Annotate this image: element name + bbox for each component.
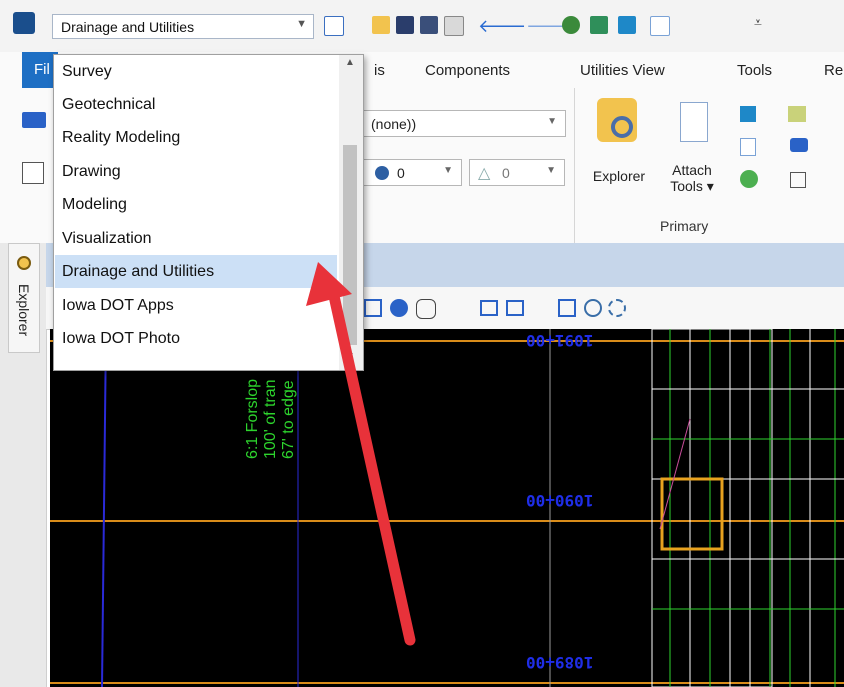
- design-canvas[interactable]: 1091+00 1090+00 1089+00 6:1 Forslop 100'…: [50, 329, 844, 687]
- level-combo[interactable]: (none)) ▼: [362, 110, 566, 137]
- view-attributes-icon[interactable]: [608, 299, 626, 317]
- workflow-option-iowa-dot-photo[interactable]: Iowa DOT Photo: [55, 322, 337, 355]
- workflow-selector[interactable]: Drainage and Utilities ▼: [52, 14, 314, 39]
- tab-tools[interactable]: Tools: [737, 62, 772, 79]
- save-icon[interactable]: [396, 16, 414, 34]
- annotation-text: 67' to edge: [280, 380, 297, 459]
- ribbon-group-label: Primary: [660, 218, 709, 234]
- quick-access-toolbar: Drainage and Utilities ▼ 🡐 🡒 ⩡: [0, 0, 844, 52]
- station-label: 1091+00: [526, 331, 594, 350]
- workflow-option-reality-modeling[interactable]: Reality Modeling: [55, 121, 337, 154]
- info-icon[interactable]: [790, 138, 808, 152]
- annotation-text: 6:1 Forslop: [244, 378, 261, 459]
- attributes-icon[interactable]: [22, 112, 46, 128]
- color-combo-value: 0: [397, 165, 405, 181]
- tab-partial[interactable]: is: [374, 62, 385, 79]
- workflow-option-visualization[interactable]: Visualization: [55, 222, 337, 255]
- element-template-icon[interactable]: [22, 162, 44, 184]
- pan-view-icon[interactable]: [416, 299, 436, 319]
- next-view-icon[interactable]: [506, 300, 524, 316]
- grid-icon[interactable]: [790, 172, 806, 188]
- attach-tools-label: Tools ▾: [670, 178, 714, 194]
- attach-label: Attach: [672, 162, 712, 178]
- pin-icon[interactable]: [562, 16, 580, 34]
- dropdown-scrollbar[interactable]: ▲ ▼: [339, 55, 363, 370]
- line-style-icon: △: [478, 165, 491, 182]
- weight-combo[interactable]: △ 0 ▼: [469, 159, 565, 186]
- workflow-option-survey[interactable]: Survey: [55, 55, 337, 88]
- new-file-icon[interactable]: [650, 16, 670, 36]
- scrollbar-thumb[interactable]: [343, 145, 357, 345]
- magnifier-icon: [611, 116, 633, 138]
- workflow-option-drainage-utilities[interactable]: Drainage and Utilities: [55, 255, 337, 288]
- file-icon[interactable]: [740, 138, 756, 156]
- customize-toolbar-icon[interactable]: ⩡: [754, 14, 762, 31]
- explorer-panel-tab[interactable]: Explorer: [8, 243, 40, 353]
- left-panel: Explorer: [0, 243, 47, 687]
- workflow-option-modeling[interactable]: Modeling: [55, 188, 337, 221]
- print-icon[interactable]: [590, 16, 608, 34]
- color-swatch-icon: [375, 166, 389, 180]
- clip-volume-icon[interactable]: [558, 299, 576, 317]
- explorer-tab-label: Explorer: [16, 284, 32, 337]
- station-label: 1089+00: [526, 653, 594, 672]
- layers-icon[interactable]: [788, 106, 806, 122]
- explorer-tab-icon: [17, 256, 31, 270]
- attach-document-icon: [680, 102, 708, 142]
- redo-icon[interactable]: 🡒: [526, 16, 574, 36]
- view-icon[interactable]: [324, 16, 344, 36]
- chevron-down-icon: ▼: [443, 165, 453, 176]
- fit-view-icon[interactable]: [364, 299, 382, 317]
- workflow-option-iowa-dot-apps[interactable]: Iowa DOT Apps: [55, 289, 337, 322]
- ribbon-divider: [574, 88, 575, 243]
- scroll-down-icon[interactable]: ▼: [345, 351, 355, 362]
- undo-icon[interactable]: 🡐: [478, 16, 526, 36]
- globe-icon[interactable]: [740, 170, 758, 188]
- explorer-label: Explorer: [592, 168, 646, 184]
- annotation-text: 100' of tran: [262, 379, 279, 459]
- workflow-dropdown-list: Survey Geotechnical Reality Modeling Dra…: [53, 54, 364, 371]
- tab-utilities-view[interactable]: Utilities View: [580, 62, 665, 79]
- workflow-selector-value: Drainage and Utilities: [61, 19, 195, 35]
- clip-mask-icon[interactable]: [584, 299, 602, 317]
- scroll-up-icon[interactable]: ▲: [345, 57, 355, 68]
- attach-tools-button[interactable]: Attach Tools ▾: [662, 98, 722, 208]
- tab-partial-right[interactable]: Re: [824, 62, 843, 79]
- open-folder-icon[interactable]: [372, 16, 390, 34]
- explorer-button[interactable]: Explorer: [583, 98, 655, 208]
- drawing-svg: [50, 329, 844, 687]
- properties-icon[interactable]: [444, 16, 464, 36]
- chevron-down-icon: ▼: [547, 116, 557, 127]
- plan-linework: [651, 329, 844, 687]
- weight-combo-value: 0: [502, 165, 510, 181]
- rotate-view-icon[interactable]: [390, 299, 408, 317]
- chevron-down-icon: ▼: [546, 165, 556, 176]
- station-label: 1090+00: [526, 491, 594, 510]
- window-icon[interactable]: [740, 106, 756, 122]
- save-settings-icon[interactable]: [420, 16, 438, 34]
- previous-view-icon[interactable]: [480, 300, 498, 316]
- level-combo-value: (none)): [371, 116, 417, 132]
- workflow-option-drawing[interactable]: Drawing: [55, 155, 337, 188]
- app-logo-icon[interactable]: [13, 12, 35, 34]
- chevron-down-icon: ▼: [296, 18, 307, 30]
- workflow-option-geotechnical[interactable]: Geotechnical: [55, 88, 337, 121]
- tab-components[interactable]: Components: [425, 62, 510, 79]
- window-icon[interactable]: [618, 16, 636, 34]
- color-combo[interactable]: 0 ▼: [362, 159, 462, 186]
